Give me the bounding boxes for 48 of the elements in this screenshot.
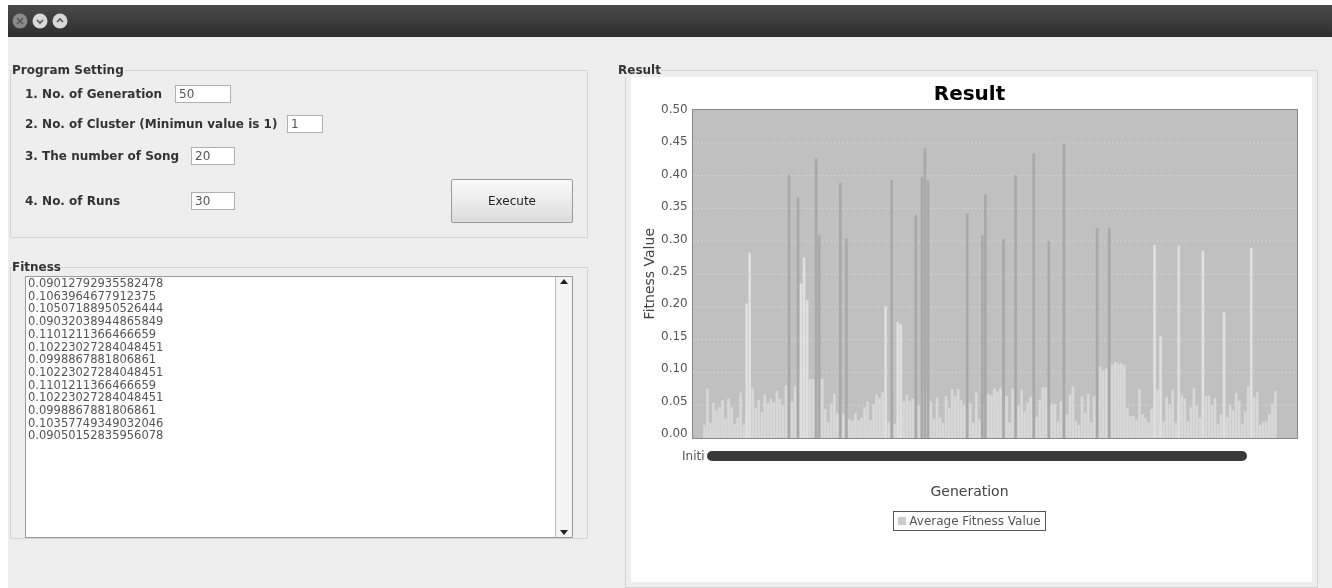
execute-button[interactable]: Execute <box>451 179 573 223</box>
y-tick-label: 0.50 <box>661 103 688 115</box>
fitness-value: 0.0998867881806861 <box>28 404 158 417</box>
scroll-up-icon[interactable] <box>559 277 569 285</box>
panel-title: Fitness <box>12 260 61 274</box>
y-tick-label: 0.15 <box>661 329 688 342</box>
y-axis-label: Fitness Value <box>641 228 657 320</box>
input-field[interactable]: 20 <box>191 147 235 165</box>
input-field[interactable]: 30 <box>191 192 235 210</box>
input-field[interactable]: 50 <box>175 85 231 103</box>
scrollbar[interactable] <box>555 277 572 537</box>
chevron-down-icon[interactable] <box>32 13 48 29</box>
chart-title: Result <box>933 81 1006 105</box>
fitness-value: 0.1101211366466659 <box>28 327 158 341</box>
fitness-value: 0.10507188950526444 <box>28 302 165 316</box>
fitness-value: 0.10357749349032046 <box>28 416 165 430</box>
field-label: 4. No. of Runs <box>25 194 122 208</box>
fitness-value: 0.10223027284048451 <box>28 340 165 354</box>
x-axis-label: Generation <box>930 483 1009 499</box>
field-label: 2. No. of Cluster (Minimun value is 1) <box>25 117 279 131</box>
y-tick-label: 0.40 <box>661 167 688 180</box>
y-tick-label: 0.05 <box>661 394 688 407</box>
panel-title: Program Setting <box>12 63 124 77</box>
y-tick-label: 0.00 <box>661 426 688 439</box>
field-label: 3. The number of Song <box>25 149 181 163</box>
fitness-value: 0.10223027284048451 <box>28 391 165 405</box>
fitness-value: 0.09012792935582478 <box>28 277 165 290</box>
y-tick-label: 0.30 <box>661 232 688 245</box>
fitness-value: 0.09050152835956078 <box>28 429 165 443</box>
y-tick-label: 0.45 <box>661 135 688 148</box>
chevron-up-icon[interactable] <box>52 13 68 29</box>
y-tick-label: 0.20 <box>661 297 688 310</box>
y-tick-label: 0.25 <box>661 264 688 277</box>
fitness-value: 0.09032038944865849 <box>28 315 165 328</box>
fitness-value: 0.10223027284048451 <box>28 365 165 379</box>
field-label: 1. No. of Generation <box>25 87 164 101</box>
legend-swatch-icon <box>898 517 907 525</box>
legend-label: Average Fitness Value <box>909 514 1041 528</box>
fitness-value: 0.0998867881806861 <box>28 353 158 366</box>
fitness-value: 0.1063964677912375 <box>28 289 158 303</box>
close-icon[interactable] <box>12 13 28 29</box>
panel-title: Result <box>618 63 661 77</box>
y-tick-label: 0.35 <box>661 200 688 213</box>
input-field[interactable]: 1 <box>287 115 323 133</box>
scroll-down-icon[interactable] <box>559 529 569 537</box>
x-tick-label: Initi <box>682 449 705 463</box>
y-tick-label: 0.10 <box>661 362 688 375</box>
fitness-value: 0.1101211366466659 <box>28 378 158 392</box>
